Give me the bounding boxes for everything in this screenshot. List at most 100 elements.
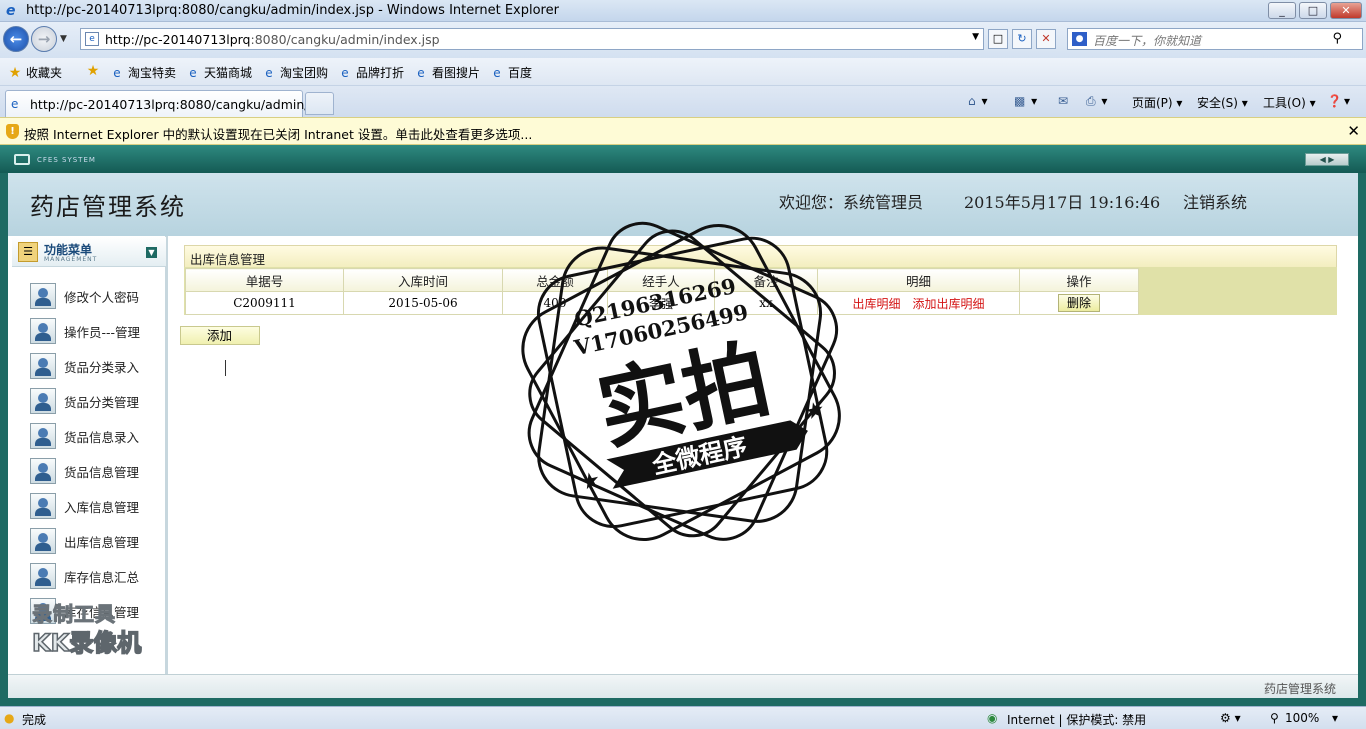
sidebar-item-stock-summary[interactable]: 库存信息汇总 xyxy=(30,563,160,589)
safety-menu-label: 安全(S) xyxy=(1197,96,1238,110)
status-shield-icon: ● xyxy=(4,711,15,725)
new-tab-button[interactable] xyxy=(305,92,334,115)
favorites-button[interactable]: ★ 收藏夹 xyxy=(8,64,62,81)
logout-link[interactable]: 注销系统 xyxy=(1183,189,1247,213)
safety-menu-button[interactable]: 安全(S) ▾ xyxy=(1197,94,1248,111)
url-rest: :8080/cangku/admin/index.jsp xyxy=(250,32,440,47)
address-input[interactable]: e http://pc-20140713lprq:8080/cangku/adm… xyxy=(80,28,984,50)
stamp-watermark: Q2196316269 V17060256499 实拍 全微程序 ★ ★ xyxy=(521,221,841,541)
favorites-star-icon: ★ xyxy=(8,64,22,81)
zoom-icon: ⚲ xyxy=(1270,711,1279,725)
user-icon xyxy=(30,458,56,484)
print-icon: ⎙ xyxy=(1086,94,1096,108)
sidebar-item-change-password[interactable]: 修改个人密码 xyxy=(30,283,160,309)
feeds-button[interactable]: ▩ ▾ xyxy=(1014,94,1037,108)
sidebar-item-label: 修改个人密码 xyxy=(64,289,140,305)
app-title: 药店管理系统 xyxy=(30,193,186,221)
stamp-star-right: ★ xyxy=(803,397,828,426)
minimize-button[interactable]: _ xyxy=(1268,2,1296,19)
page-menu-button[interactable]: 页面(P) ▾ xyxy=(1132,94,1182,111)
window-title: http://pc-20140713lprq:8080/cangku/admin… xyxy=(26,3,559,18)
sidebar-item-category-manage[interactable]: 货品分类管理 xyxy=(30,388,160,414)
information-bar[interactable]: ! 按照 Internet Explorer 中的默认设置现在已关闭 Intra… xyxy=(0,117,1366,145)
sidebar-item-outbound-manage[interactable]: 出库信息管理 xyxy=(30,528,160,554)
ie-page-icon: e xyxy=(493,65,501,80)
compat-view-icon[interactable]: □ xyxy=(988,29,1008,49)
address-dropdown-icon[interactable]: ▼ xyxy=(972,32,979,42)
fav-item-label: 淘宝团购 xyxy=(280,66,329,80)
delete-button[interactable]: 删除 xyxy=(1058,294,1100,312)
fav-item-6[interactable]: e 百度 xyxy=(490,64,532,81)
protected-mode-icon[interactable]: ⚙ ▾ xyxy=(1220,711,1241,725)
cell-time: 2015-05-06 xyxy=(343,291,503,315)
ie-page-icon: e xyxy=(341,65,349,80)
search-input[interactable]: ● 百度一下，你就知道 ⚲ xyxy=(1067,28,1363,50)
cell-action: 删除 xyxy=(1019,291,1139,315)
recorder-line2: KK录像机 xyxy=(31,628,142,658)
system-tag: CFES SYSTEM xyxy=(37,156,96,164)
sidebar-item-label: 货品信息录入 xyxy=(64,429,140,445)
stamp-star-left: ★ xyxy=(578,467,603,496)
globe-icon: ◉ xyxy=(987,711,998,725)
refresh-icon[interactable]: ↻ xyxy=(1012,29,1032,49)
mail-icon: ✉ xyxy=(1058,94,1069,108)
tab-bar: e http://pc-20140713lprq:8080/cangku/adm… xyxy=(0,86,1366,117)
fav-item-5[interactable]: e 看图搜片 xyxy=(414,64,480,81)
fav-item-1[interactable]: e 淘宝特卖 xyxy=(110,64,176,81)
sidebar-item-goods-manage[interactable]: 货品信息管理 xyxy=(30,458,160,484)
user-icon xyxy=(30,528,56,554)
shield-icon: ! xyxy=(6,124,19,139)
user-icon xyxy=(30,388,56,414)
baidu-logo-icon: ● xyxy=(1072,32,1087,46)
fav-item-label: 百度 xyxy=(508,66,533,80)
help-button[interactable]: ❓ ▾ xyxy=(1327,94,1350,108)
status-bar: ● 完成 ◉ Internet | 保护模式: 禁用 ⚙ ▾ ⚲ 100% ▾ xyxy=(0,706,1366,729)
fav-item-3[interactable]: e 淘宝团购 xyxy=(262,64,328,81)
maximize-button[interactable]: □ xyxy=(1299,2,1327,19)
text-cursor xyxy=(225,360,226,376)
col-header: 入库时间 xyxy=(343,268,503,292)
outbound-detail-link[interactable]: 出库明细 xyxy=(852,297,900,311)
fav-item-2[interactable]: e 天猫商城 xyxy=(186,64,252,81)
add-button[interactable]: 添加 xyxy=(180,326,260,345)
add-favorite-button[interactable]: ★ xyxy=(86,64,104,78)
close-infobar-icon[interactable]: ✕ xyxy=(1347,122,1360,140)
fav-item-4[interactable]: e 品牌打折 xyxy=(338,64,404,81)
forward-button[interactable]: → xyxy=(31,26,57,52)
sidebar-item-label: 货品分类管理 xyxy=(64,394,140,410)
sidebar-item-operator-manage[interactable]: 操作员---管理 xyxy=(30,318,160,344)
sidebar-item-label: 入库信息管理 xyxy=(64,499,140,515)
tab-active[interactable]: e http://pc-20140713lprq:8080/cangku/adm… xyxy=(5,90,320,117)
collapse-icon[interactable]: ▼ xyxy=(146,247,157,258)
user-icon xyxy=(30,283,56,309)
print-button[interactable]: ⎙ ▾ xyxy=(1086,94,1107,109)
status-text: 完成 xyxy=(22,713,47,727)
current-datetime: 2015年5月17日 19:16:46 xyxy=(964,193,1161,212)
fav-item-label: 淘宝特卖 xyxy=(128,66,177,80)
ie-page-icon: e xyxy=(417,65,425,80)
ie-page-icon: e xyxy=(189,65,197,80)
fav-item-label: 品牌打折 xyxy=(356,66,405,80)
stop-icon[interactable]: ✕ xyxy=(1036,29,1056,49)
home-button[interactable]: ⌂ ▾ xyxy=(968,94,987,108)
tools-menu-button[interactable]: 工具(O) ▾ xyxy=(1263,94,1316,111)
fav-item-label: 天猫商城 xyxy=(204,66,253,80)
zoom-level[interactable]: 100% xyxy=(1285,711,1319,725)
add-outbound-detail-link[interactable]: 添加出库明细 xyxy=(913,297,985,311)
back-button[interactable]: ← xyxy=(3,26,29,52)
footer-text: 药店管理系统 xyxy=(1263,682,1336,696)
history-dropdown-icon[interactable]: ▼ xyxy=(60,34,67,44)
sidebar-item-inbound-manage[interactable]: 入库信息管理 xyxy=(30,493,160,519)
sidebar-item-category-add[interactable]: 货品分类录入 xyxy=(30,353,160,379)
sidebar-item-label: 货品信息管理 xyxy=(64,464,140,480)
close-window-button[interactable]: ✕ xyxy=(1330,2,1362,19)
favorites-bar: ★ 收藏夹 ★ e 淘宝特卖 e 天猫商城 e 淘宝团购 e 品牌打折 e 看图搜片 e 百度 xyxy=(0,58,1366,86)
search-icon[interactable]: ⚲ xyxy=(1332,31,1342,46)
security-zone[interactable]: Internet | 保护模式: 禁用 xyxy=(1007,711,1146,728)
scroll-arrows[interactable]: ◀ ▶ xyxy=(1305,153,1349,166)
home-icon: ⌂ xyxy=(968,94,976,108)
zoom-dropdown-icon[interactable]: ▾ xyxy=(1332,711,1338,725)
sidebar-item-goods-add[interactable]: 货品信息录入 xyxy=(30,423,160,449)
mail-button[interactable]: ✉ xyxy=(1058,94,1070,108)
url-prefix: http://pc-20140713lprq xyxy=(105,32,251,47)
